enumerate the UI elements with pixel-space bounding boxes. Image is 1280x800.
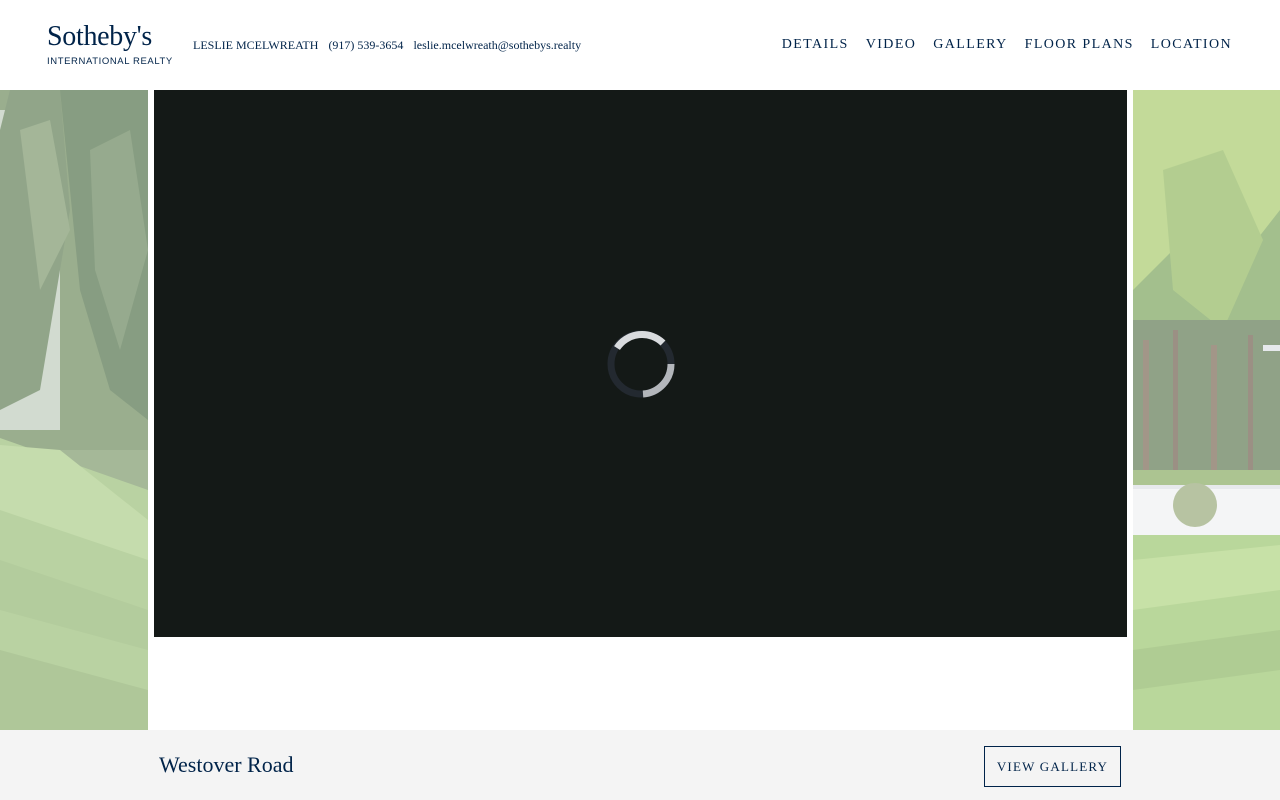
- property-title: Westover Road: [159, 752, 294, 777]
- nav-item-location[interactable]: LOCATION: [1151, 37, 1232, 53]
- nav-item-floor-plans[interactable]: FLOOR PLANS: [1025, 37, 1134, 53]
- trees-lawn-image-left: [0, 90, 148, 730]
- loading-spinner-icon: [607, 330, 675, 398]
- background-photo-right: [1133, 90, 1280, 730]
- site-header: Sotheby's INTERNATIONAL REALTY LESLIE MC…: [0, 0, 1280, 90]
- agent-contact: LESLIE MCELWREATH (917) 539-3654 leslie.…: [193, 38, 581, 53]
- video-player[interactable]: [154, 90, 1127, 637]
- logo-wordmark: Sotheby's: [47, 21, 153, 52]
- nav-item-gallery[interactable]: GALLERY: [933, 37, 1007, 53]
- trees-fence-image-right: [1133, 90, 1280, 730]
- agent-email-link[interactable]: leslie.mcelwreath@sothebys.realty: [413, 38, 581, 53]
- logo-subtitle: INTERNATIONAL REALTY: [47, 56, 173, 67]
- background-photo-left: [0, 90, 148, 730]
- agent-name: LESLIE MCELWREATH: [193, 38, 319, 52]
- sothebys-logo[interactable]: Sotheby's INTERNATIONAL REALTY: [47, 21, 173, 68]
- agent-phone-link[interactable]: (917) 539-3654: [328, 38, 403, 53]
- nav-item-video[interactable]: VIDEO: [866, 37, 917, 53]
- view-gallery-button[interactable]: VIEW GALLERY: [984, 746, 1121, 787]
- property-footer-bar: Westover Road VIEW GALLERY: [0, 730, 1280, 800]
- main-nav: DETAILS VIDEO GALLERY FLOOR PLANS LOCATI…: [782, 37, 1232, 53]
- nav-item-details[interactable]: DETAILS: [782, 37, 849, 53]
